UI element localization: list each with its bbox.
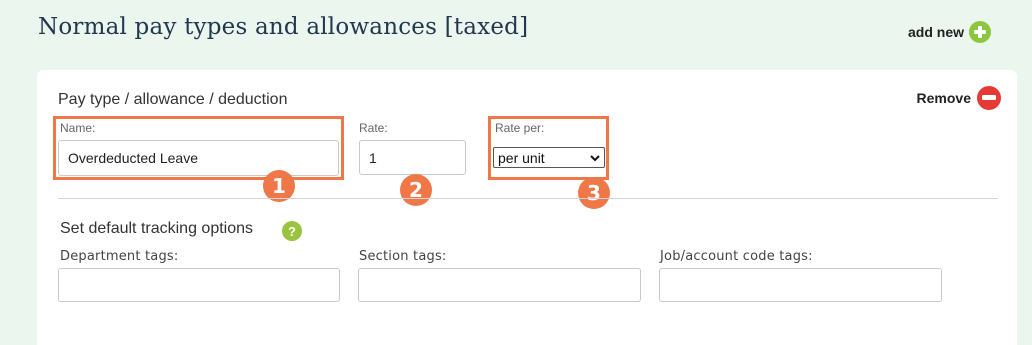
job-account-code-tags-input[interactable] <box>659 268 942 302</box>
page-title: Normal pay types and allowances [taxed] <box>38 14 529 40</box>
pay-type-card: Pay type / allowance / deduction Remove … <box>37 70 1017 345</box>
name-field[interactable] <box>58 140 339 176</box>
department-tags-input[interactable] <box>58 268 340 302</box>
rate-per-label: Rate per: <box>495 121 545 135</box>
plus-circle-icon[interactable] <box>969 21 992 43</box>
name-label: Name: <box>60 121 96 135</box>
step-badge-3: 3 <box>578 177 610 209</box>
rate-label: Rate: <box>359 121 388 135</box>
rate-per-select[interactable]: per unit <box>493 147 605 168</box>
step-badge-2: 2 <box>400 174 432 206</box>
rate-per-selected-value: per unit <box>498 149 545 166</box>
add-new-label: add new <box>908 24 965 40</box>
add-new-button[interactable]: add new <box>908 21 992 43</box>
department-tags-label: Department tags: <box>60 249 179 264</box>
divider <box>58 198 998 199</box>
remove-button[interactable]: Remove <box>917 86 1001 110</box>
remove-label: Remove <box>916 90 971 106</box>
pay-type-heading: Pay type / allowance / deduction <box>58 91 288 108</box>
rate-field[interactable] <box>359 140 466 175</box>
section-tags-label: Section tags: <box>359 249 447 264</box>
chevron-down-icon <box>590 154 600 161</box>
job-account-code-tags-label: Job/account code tags: <box>660 249 813 264</box>
tracking-heading: Set default tracking options <box>60 220 254 237</box>
minus-circle-icon[interactable] <box>977 86 1001 110</box>
section-tags-input[interactable] <box>358 268 641 302</box>
help-icon[interactable]: ? <box>282 221 302 241</box>
